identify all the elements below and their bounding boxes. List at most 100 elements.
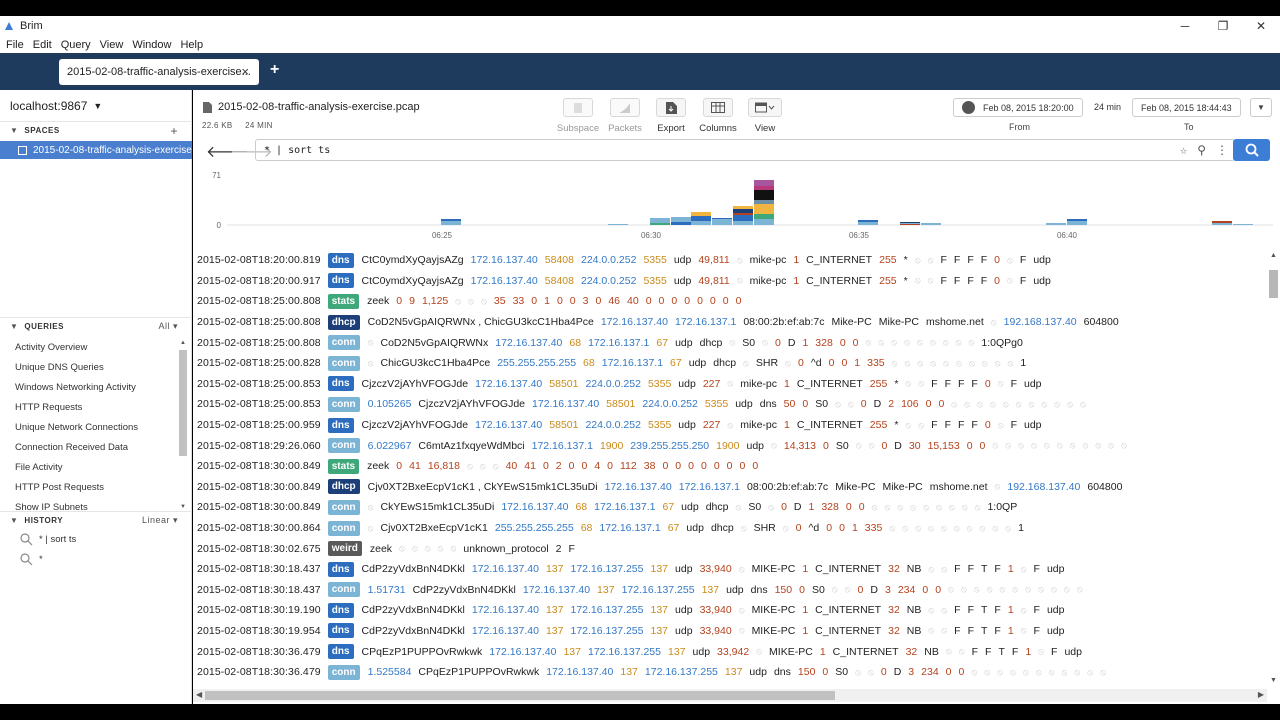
log-field[interactable]: 67 (668, 522, 680, 534)
log-field[interactable]: CtC0ymdXyQayjsAZg (362, 275, 464, 287)
log-field[interactable]: 255.255.255.255 (495, 522, 574, 534)
log-field[interactable]: 1 (1025, 646, 1031, 658)
log-field[interactable]: dns (751, 584, 768, 596)
log-field[interactable]: 1 (784, 419, 790, 431)
log-field[interactable]: 137 (563, 646, 581, 658)
log-field[interactable]: 1.51731 (368, 584, 406, 596)
log-field[interactable]: zeek (367, 460, 389, 472)
log-field[interactable]: S0 (812, 584, 825, 596)
log-field[interactable]: 0 (839, 522, 845, 534)
log-path-badge[interactable]: conn (327, 396, 360, 412)
log-row[interactable]: 2015-02-08T18:30:00.849 dhcp Cjv0XT2BxeEcp… (193, 477, 1267, 498)
null-field-icon[interactable]: ⦸ (1021, 564, 1027, 575)
null-field-icon[interactable]: ⦸ (1044, 440, 1050, 451)
log-field[interactable]: 1 (1008, 625, 1014, 637)
log-field[interactable]: zeek (367, 295, 389, 307)
null-field-icon[interactable]: ⦸ (997, 667, 1003, 678)
close-window-button[interactable]: ✕ (1242, 16, 1280, 36)
log-field[interactable]: 150 (798, 666, 816, 678)
log-field[interactable]: 14,313 (784, 440, 816, 452)
log-row[interactable]: 2015-02-08T18:25:00.828 conn ⦸ ChicGU3kcC1H… (193, 353, 1267, 374)
log-field[interactable]: 40 (506, 460, 518, 472)
log-field[interactable]: S0 (836, 440, 849, 452)
log-field[interactable]: 224.0.0.252 (581, 275, 636, 287)
log-field[interactable]: F (958, 419, 964, 431)
log-field[interactable]: 0 (841, 357, 847, 369)
log-field[interactable]: 0 (826, 522, 832, 534)
log-field[interactable]: 172.16.137.40 (532, 398, 599, 410)
log-field[interactable]: dhcp (713, 357, 736, 369)
null-field-icon[interactable]: ⦸ (943, 358, 949, 369)
log-field[interactable]: 0 (822, 666, 828, 678)
queries-filter-dropdown[interactable]: All ▾ (158, 321, 178, 332)
log-field[interactable]: D (870, 584, 878, 596)
log-field[interactable]: 0 (994, 275, 1000, 287)
log-row[interactable]: 2015-02-08T18:29:26.060 conn 6.022967 C6mtA… (193, 435, 1267, 456)
log-field[interactable]: F (931, 378, 937, 390)
log-timestamp[interactable]: 2015-02-08T18:30:00.849 (197, 481, 321, 493)
log-field[interactable]: * (904, 254, 908, 266)
log-field[interactable]: C_INTERNET (815, 604, 881, 616)
log-timestamp[interactable]: 2015-02-08T18:30:02.675 (197, 543, 321, 555)
log-field[interactable]: NB (907, 563, 922, 575)
log-path-badge[interactable]: conn (327, 582, 360, 598)
log-timestamp[interactable]: 2015-02-08T18:25:00.808 (197, 295, 321, 307)
log-field[interactable]: F (945, 378, 951, 390)
log-field[interactable]: C_INTERNET (806, 254, 872, 266)
log-field[interactable]: 172.16.137.1 (679, 481, 740, 493)
log-field[interactable]: 58408 (545, 254, 574, 266)
log-field[interactable]: CdP2zyVdxBnN4DKkl (362, 563, 465, 575)
log-field[interactable]: F (967, 275, 973, 287)
log-field[interactable]: 255 (870, 378, 888, 390)
null-field-icon[interactable]: ⦸ (1041, 399, 1047, 410)
log-field[interactable]: mike-pc (750, 254, 787, 266)
log-field[interactable]: udp (1047, 563, 1065, 575)
log-field[interactable]: F (954, 275, 960, 287)
log-field[interactable]: 58501 (549, 378, 578, 390)
null-field-icon[interactable]: ⦸ (481, 296, 487, 307)
log-field[interactable]: 224.0.0.252 (585, 378, 640, 390)
log-field[interactable]: 255.255.255.255 (497, 357, 576, 369)
null-field-icon[interactable]: ⦸ (729, 337, 735, 348)
log-row[interactable]: 2015-02-08T18:30:02.675 weird zeek ⦸ ⦸ ⦸ ⦸ ⦸ unk… (193, 538, 1267, 559)
log-field[interactable]: 0 (671, 295, 677, 307)
log-field[interactable]: 58501 (606, 398, 635, 410)
log-field[interactable]: F (994, 563, 1000, 575)
null-field-icon[interactable]: ⦸ (930, 337, 936, 348)
log-field[interactable]: 172.16.137.255 (571, 604, 644, 616)
menu-view[interactable]: View (100, 39, 124, 51)
log-field[interactable]: S0 (815, 398, 828, 410)
log-timestamp[interactable]: 2015-02-08T18:25:00.853 (197, 398, 321, 410)
log-field[interactable]: 3 (583, 295, 589, 307)
log-field[interactable]: S0 (748, 501, 761, 513)
log-timestamp[interactable]: 2015-02-08T18:25:00.959 (197, 419, 321, 431)
log-field[interactable]: udp (749, 666, 767, 678)
log-field[interactable]: 172.16.137.255 (645, 666, 718, 678)
null-field-icon[interactable]: ⦸ (399, 543, 405, 554)
null-field-icon[interactable]: ⦸ (1070, 440, 1076, 451)
log-field[interactable]: D (874, 398, 882, 410)
log-field[interactable]: 6.022967 (368, 440, 412, 452)
log-field[interactable]: 67 (662, 501, 674, 513)
log-field[interactable]: CtC0ymdXyQayjsAZg (362, 254, 464, 266)
null-field-icon[interactable]: ⦸ (855, 667, 861, 678)
log-field[interactable]: ChicGU3kcC1Hba4Pce (381, 357, 491, 369)
null-field-icon[interactable]: ⦸ (928, 605, 934, 616)
null-field-icon[interactable]: ⦸ (1008, 358, 1014, 369)
log-field[interactable]: udp (681, 501, 699, 513)
log-field[interactable]: mike-pc (750, 275, 787, 287)
null-field-icon[interactable]: ⦸ (991, 317, 997, 328)
null-field-icon[interactable]: ⦸ (1018, 440, 1024, 451)
log-field[interactable]: D (788, 337, 796, 349)
null-field-icon[interactable]: ⦸ (982, 358, 988, 369)
log-field[interactable]: udp (1024, 378, 1042, 390)
null-field-icon[interactable]: ⦸ (1031, 440, 1037, 451)
log-field[interactable]: 137 (702, 584, 720, 596)
log-field[interactable]: 192.168.137.40 (1007, 481, 1080, 493)
log-field[interactable]: F (981, 275, 987, 287)
null-field-icon[interactable]: ⦸ (918, 378, 924, 389)
null-field-icon[interactable]: ⦸ (1054, 399, 1060, 410)
null-field-icon[interactable]: ⦸ (1007, 255, 1013, 266)
query-unique-connections[interactable]: Unique Network Connections (0, 418, 178, 438)
log-field[interactable]: 172.16.137.1 (532, 440, 593, 452)
